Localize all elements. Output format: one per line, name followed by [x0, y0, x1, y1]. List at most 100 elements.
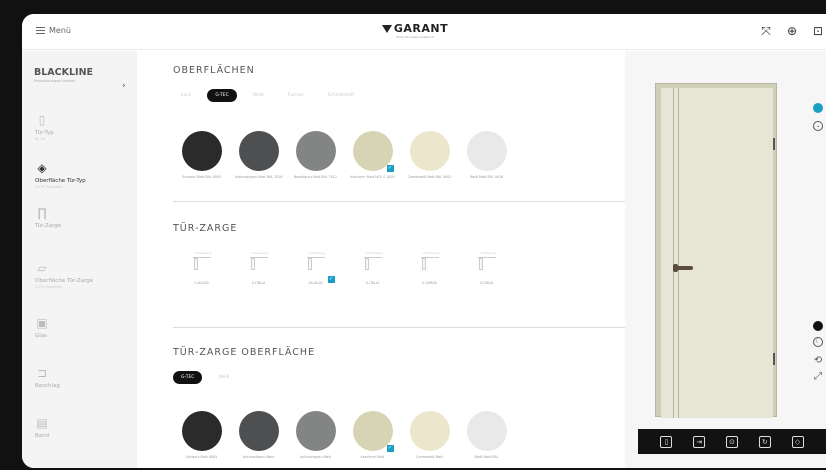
swatch-item-selected[interactable]: ✓ Kaschmir Matt: [344, 411, 401, 459]
color-swatch[interactable]: [466, 411, 507, 451]
sidebar-item-door-surface[interactable]: ◈ Oberfläche Tür-Typ G-TEC Kaschmir: [30, 161, 130, 207]
sidebar-item-label: Oberfläche Tür-Zarge: [35, 278, 94, 284]
color-swatch[interactable]: ✓: [352, 411, 394, 452]
swatch-label: Basaltgrau Matt RAL 7012: [293, 175, 338, 179]
color-swatch[interactable]: [181, 411, 222, 451]
door-hinge: [773, 138, 775, 150]
product-title: BLACKLINE: [34, 67, 94, 78]
color-swatch[interactable]: [181, 131, 222, 171]
frame-item-selected[interactable]: Umfassung ✓ AS-ALU0: [287, 251, 344, 285]
tab-surface[interactable]: Weiß: [245, 89, 272, 102]
tab-surface[interactable]: Schichtstoff: [320, 89, 363, 102]
frame-profile-icon[interactable]: Umfassung ✓: [301, 251, 335, 283]
frame-icon: ∏: [37, 206, 47, 220]
color-swatch[interactable]: [409, 411, 450, 451]
frame-profile-icon[interactable]: Umfassung: [244, 251, 274, 277]
sidebar-item-frame-surface[interactable]: ▱ Oberfläche Tür-Zarge G-TEC Kaschmir: [30, 261, 130, 307]
swatch-item[interactable]: Cremeweiß Matt: [401, 411, 458, 459]
color-swatch[interactable]: ✓: [352, 131, 394, 172]
expand-arrows-icon[interactable]: ⤧: [758, 23, 774, 39]
frame-item[interactable]: Umfassung U-ITALIA: [230, 251, 287, 285]
frame-label: U-ITALIA: [365, 281, 380, 285]
swatch-item[interactable]: Schwarz Matt 9005: [173, 411, 230, 459]
tag-icon[interactable]: ◇: [791, 435, 804, 448]
frame-profile-icon[interactable]: Umfassung: [415, 251, 445, 277]
chevron-down-icon: ⌄: [813, 121, 823, 131]
dark-dot[interactable]: [813, 321, 823, 331]
divider: [173, 327, 639, 328]
frame-item[interactable]: Umfassung U-ITALIA: [458, 251, 515, 285]
swatch-item-selected[interactable]: ✓ Kaschmir Matt NCS S 1005: [344, 131, 401, 179]
tab-surface[interactable]: Lack: [173, 89, 199, 102]
swatch-label: Schwarz Matt 9005: [185, 455, 218, 459]
door-preview: ⌄ ☾ ⟲ ⤢: [625, 51, 826, 468]
color-swatch[interactable]: [238, 131, 279, 171]
swatch-label: Anthrazitgrau Matt RAL 7016: [234, 175, 283, 179]
door-leaf: [661, 88, 775, 418]
color-swatch[interactable]: [409, 131, 450, 171]
sidebar-item-glass[interactable]: ▣ Glas: [30, 316, 130, 362]
copy-icon[interactable]: ⊙: [725, 435, 738, 448]
brand-logo[interactable]: GARANT Türen für jeden Anspruch: [370, 22, 460, 39]
brand-tagline: Türen für jeden Anspruch: [396, 35, 434, 39]
color-swatch[interactable]: [238, 411, 279, 451]
frame-item[interactable]: Umfassung U-ALUZ0: [173, 251, 230, 285]
chevron-right-icon[interactable]: ›: [122, 81, 126, 91]
swatch-item[interactable]: Anthrazitgrau Matt: [287, 411, 344, 459]
frame-label: U-ITALIA: [251, 281, 266, 285]
tab-surface[interactable]: Furnier: [280, 89, 312, 102]
rotate-button[interactable]: ⟲: [811, 355, 825, 367]
sidebar-item-door-type[interactable]: ▯ Tür-Typ BL 44: [30, 113, 130, 159]
dark-mode-dot[interactable]: [811, 321, 825, 331]
swatch-item[interactable]: Weiß Matt RAL: [458, 411, 515, 459]
color-swatch[interactable]: [295, 411, 336, 451]
tab-frame-surface-active[interactable]: G-TEC: [173, 371, 203, 384]
swatch-item[interactable]: Weiß Matt RAL 9016: [458, 131, 515, 179]
swatch-item[interactable]: Anthrazitgrau Matt: [230, 411, 287, 459]
swatch-label: Anthrazitgrau Matt: [299, 455, 332, 459]
collapse-button[interactable]: ⌄: [811, 121, 825, 131]
frame-profile-icon[interactable]: Umfassung: [187, 251, 217, 277]
frame-label: AS-ALU0: [308, 281, 323, 285]
tab-surface-active[interactable]: G-TEC: [207, 89, 237, 102]
product-selector[interactable]: BLACKLINE Produktauswahl ändern: [34, 67, 134, 83]
frame-surface-tabs: G-TEC Weiß: [173, 371, 237, 384]
sidebar-item-frame[interactable]: ∏ Tür-Zarge: [30, 206, 130, 252]
frame-item[interactable]: Umfassung U-ZARGE: [401, 251, 458, 285]
frame-item[interactable]: Umfassung U-ITALIA: [344, 251, 401, 285]
frame-profile-icon[interactable]: Umfassung: [472, 251, 502, 277]
frame-profile-icon[interactable]: Umfassung: [358, 251, 388, 277]
sidebar-item-label: Oberfläche Tür-Typ: [35, 178, 86, 184]
fitting-icon: ⊐: [36, 366, 48, 380]
tab-frame-surface[interactable]: Weiß: [210, 371, 237, 384]
frame-surface-swatches: Schwarz Matt 9005 Anthrazitgrau Matt Ant…: [173, 411, 515, 459]
top-bar: Menü GARANT Türen für jeden Anspruch ⤧ ⊕…: [22, 14, 826, 50]
reset-icon[interactable]: ↻: [758, 435, 771, 448]
fullscreen-button[interactable]: ⤢: [811, 371, 825, 383]
door-groove: [673, 88, 674, 418]
color-swatch[interactable]: [466, 131, 507, 171]
logo-triangle-icon: [381, 24, 392, 33]
checkmark-icon: ✓: [327, 276, 335, 283]
checkmark-icon: ✓: [386, 445, 394, 452]
night-mode-button[interactable]: ☾: [811, 337, 825, 347]
swatch-label: Weiß Matt RAL 9016: [469, 175, 504, 179]
menu-button[interactable]: Menü: [36, 26, 71, 35]
swatch-item[interactable]: Anthrazitgrau Matt RAL 7016: [230, 131, 287, 179]
swatch-item[interactable]: Schwarz Matt RAL 9005: [173, 131, 230, 179]
swatch-item[interactable]: Cremeweiß Matt RAL 9001: [401, 131, 458, 179]
color-accent-toggle[interactable]: [811, 103, 825, 113]
color-swatch[interactable]: [295, 131, 336, 171]
accent-color-dot[interactable]: [813, 103, 823, 113]
sidebar-item-fitting[interactable]: ⊐ Beschlag: [30, 366, 130, 412]
sidebar-item-hinge[interactable]: ▤ Band: [30, 416, 130, 462]
sidebar-item-value: G-TEC Kaschmir: [35, 285, 63, 289]
globe-icon[interactable]: ⊕: [784, 23, 800, 39]
login-icon[interactable]: ⊡: [810, 23, 826, 39]
door-icon: ▯: [38, 113, 46, 127]
door-view-icon[interactable]: ▯: [660, 435, 673, 448]
swatch-item[interactable]: Basaltgrau Matt RAL 7012: [287, 131, 344, 179]
export-icon[interactable]: ⇥: [693, 435, 706, 448]
section-title-surfaces: OBERFLÄCHEN: [173, 65, 255, 76]
section-title-frame-surface: TÜR-ZARGE OBERFLÄCHE: [173, 347, 316, 358]
